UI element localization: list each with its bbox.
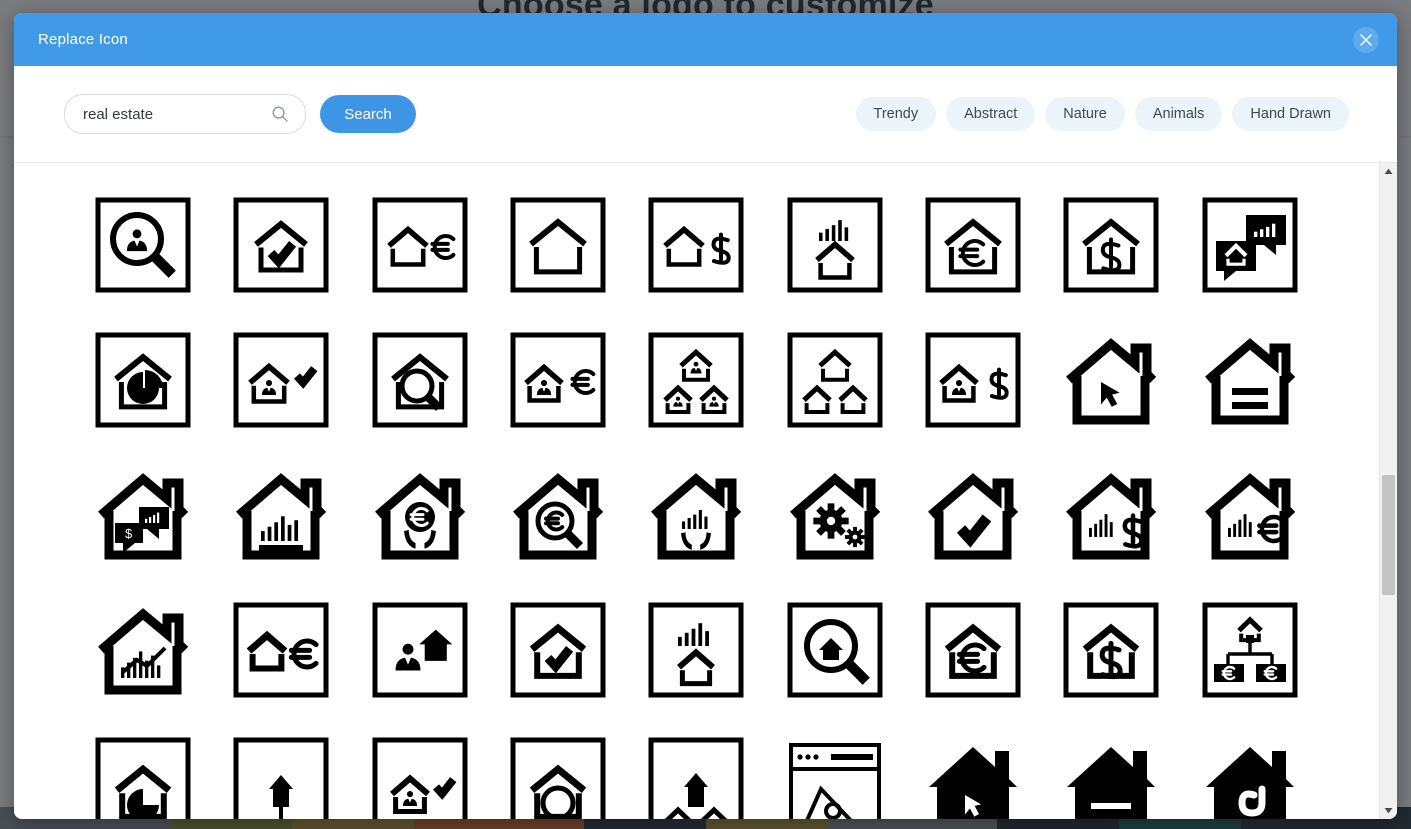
close-icon[interactable] — [1353, 26, 1379, 53]
house-equals-icon[interactable] — [1181, 312, 1319, 447]
house-check-bold-icon[interactable] — [904, 447, 1042, 582]
replace-icon-dialog: Replace Icon Search — [14, 13, 1397, 819]
magnifier-icon[interactable] — [271, 105, 289, 123]
category-pill-abstract[interactable]: Abstract — [946, 97, 1036, 131]
house-euro-hands-icon[interactable] — [351, 447, 489, 582]
boxed-house-bars-icon[interactable] — [766, 177, 904, 312]
boxed-bars-house2-icon[interactable] — [627, 582, 765, 717]
category-pill-list: Trendy Abstract Nature Animals Hand Draw… — [855, 97, 1349, 131]
boxed-house-stack-icon[interactable] — [627, 717, 765, 819]
category-pill-hand-drawn[interactable]: Hand Drawn — [1232, 97, 1349, 131]
house-bars-dollar-icon[interactable] — [1042, 447, 1180, 582]
scrollbar-track[interactable] — [1380, 180, 1397, 802]
house-growth-chart-icon[interactable] — [74, 582, 212, 717]
boxed-chat-bubbles-chart-house-icon[interactable] — [1181, 177, 1319, 312]
dialog-header: Replace Icon — [14, 13, 1397, 66]
house-solid-cursor-icon[interactable] — [904, 717, 1042, 819]
boxed-house-person-check2-icon[interactable] — [351, 717, 489, 819]
boxed-house-dollar-icon[interactable] — [627, 177, 765, 312]
house-gears-icon[interactable] — [766, 447, 904, 582]
boxed-house-piechart-icon[interactable] — [74, 312, 212, 447]
house-euro-magnifier-icon[interactable] — [489, 447, 627, 582]
boxed-house-person-euro-icon[interactable] — [489, 312, 627, 447]
house-solid-key-icon[interactable] — [1181, 717, 1319, 819]
category-pill-nature[interactable]: Nature — [1045, 97, 1125, 131]
boxed-house-in-magnifier-icon[interactable] — [766, 582, 904, 717]
boxed-house-euro-inside2-icon[interactable] — [904, 582, 1042, 717]
icon-results-area: $ — [14, 163, 1397, 819]
search-toolbar: Search Trendy Abstract Nature Animals Ha… — [14, 66, 1397, 163]
boxed-house-pie2-icon[interactable] — [74, 717, 212, 819]
boxed-house-post-icon[interactable] — [212, 717, 350, 819]
boxed-three-houses-people-icon[interactable] — [627, 312, 765, 447]
boxed-house-person-dollar-icon[interactable] — [904, 312, 1042, 447]
boxed-house-euro-icon[interactable] — [351, 177, 489, 312]
caret-down-icon[interactable] — [1380, 802, 1397, 819]
search-box[interactable] — [64, 94, 306, 134]
page-root: Choose a logo to customize Replace Icon — [0, 0, 1411, 829]
boxed-house-euro-side2-icon[interactable] — [212, 582, 350, 717]
boxed-house-circle-icon[interactable] — [489, 717, 627, 819]
house-bars-hands-icon[interactable] — [627, 447, 765, 582]
search-button[interactable]: Search — [320, 95, 416, 133]
boxed-house-dollar-inside-icon[interactable] — [1042, 177, 1180, 312]
boxed-house-plain-icon[interactable] — [489, 177, 627, 312]
boxed-house-magnifier-icon[interactable] — [351, 312, 489, 447]
search-input[interactable] — [65, 95, 305, 133]
icon-grid: $ — [14, 163, 1379, 819]
house-bar-chart-icon[interactable] — [212, 447, 350, 582]
scrollbar-thumb[interactable] — [1382, 475, 1395, 595]
house-solid-line-icon[interactable] — [1042, 717, 1180, 819]
boxed-house-check2-icon[interactable] — [489, 582, 627, 717]
search-group: Search — [64, 94, 416, 134]
results-scrollbar[interactable] — [1379, 163, 1397, 819]
boxed-house-euro-inside-icon[interactable] — [904, 177, 1042, 312]
house-cursor-icon[interactable] — [1042, 312, 1180, 447]
boxed-agent-house-icon[interactable] — [351, 582, 489, 717]
boxed-three-houses-plain-icon[interactable] — [766, 312, 904, 447]
svg-text:$: $ — [125, 526, 133, 541]
boxed-browser-house-icon[interactable] — [766, 717, 904, 819]
caret-up-icon[interactable] — [1380, 163, 1397, 180]
boxed-house-person-check-icon[interactable] — [212, 312, 350, 447]
house-bars-euro-icon[interactable] — [1181, 447, 1319, 582]
boxed-house-check-icon[interactable] — [212, 177, 350, 312]
category-pill-animals[interactable]: Animals — [1134, 97, 1223, 131]
boxed-house-dollar-inside2-icon[interactable] — [1042, 582, 1180, 717]
house-chat-bubbles-icon[interactable]: $ — [74, 447, 212, 582]
dialog-title: Replace Icon — [38, 31, 128, 48]
category-pill-trendy[interactable]: Trendy — [855, 97, 937, 131]
boxed-house-hierarchy-euro-icon[interactable] — [1181, 582, 1319, 717]
boxed-magnifier-person-icon[interactable] — [74, 177, 212, 312]
